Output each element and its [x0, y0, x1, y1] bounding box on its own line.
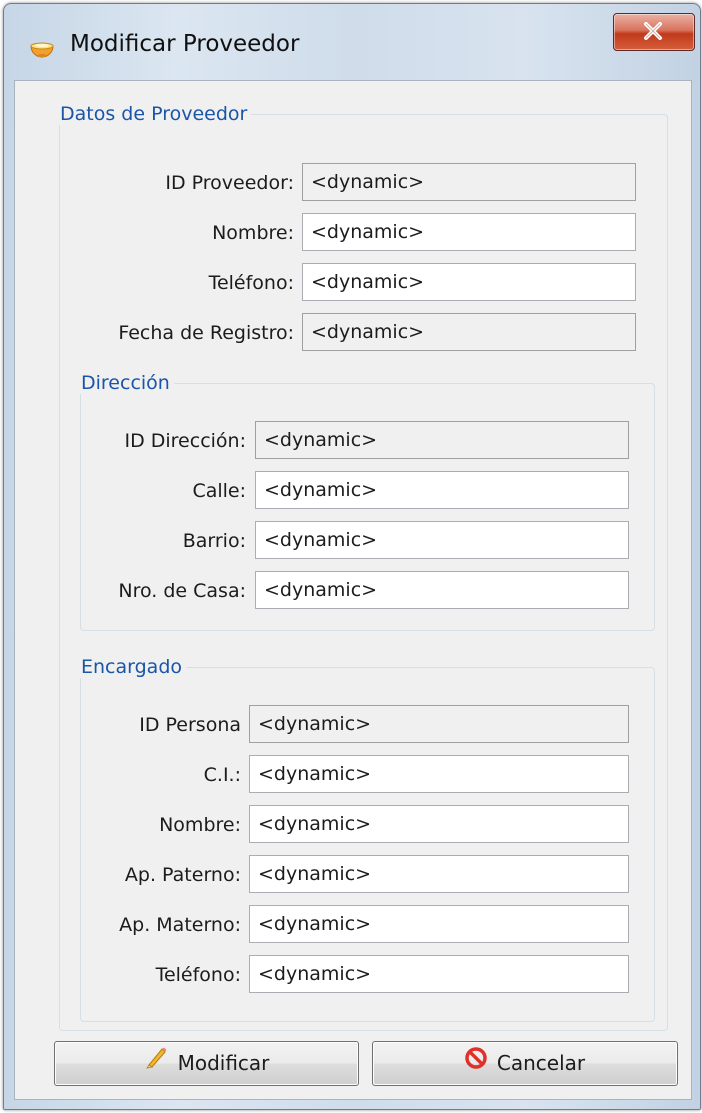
cancelar-button-label: Cancelar — [496, 1051, 586, 1075]
encargado-group-legend: Encargado — [81, 656, 183, 678]
calle-label: Calle: — [192, 480, 246, 502]
ci-label: C.I.: — [203, 764, 241, 786]
direccion-group-legend: Dirección — [81, 372, 170, 394]
encargado-nombre-label: Nombre: — [159, 814, 241, 836]
field-row-id-direccion: ID Dirección: <dynamic> — [81, 421, 654, 461]
field-row-nombre: Nombre: <dynamic> — [60, 213, 667, 253]
ap-materno-input[interactable]: <dynamic> — [249, 905, 629, 943]
cancel-icon — [465, 1041, 487, 1084]
close-button[interactable] — [613, 13, 695, 51]
id-direccion-field: <dynamic> — [255, 421, 629, 459]
field-row-encargado-nombre: Nombre: <dynamic> — [81, 805, 654, 845]
id-persona-field: <dynamic> — [249, 705, 629, 743]
app-icon — [30, 42, 54, 58]
calle-input[interactable]: <dynamic> — [255, 471, 629, 509]
cancelar-button[interactable]: Cancelar — [372, 1041, 678, 1086]
field-row-id-persona: ID Persona <dynamic> — [81, 705, 654, 745]
close-icon — [644, 22, 662, 40]
ap-paterno-label: Ap. Paterno: — [124, 864, 241, 886]
field-row-ap-paterno: Ap. Paterno: <dynamic> — [81, 855, 654, 895]
barrio-label: Barrio: — [182, 530, 246, 552]
field-row-fecha-registro: Fecha de Registro: <dynamic> — [60, 313, 667, 353]
barrio-input[interactable]: <dynamic> — [255, 521, 629, 559]
pencil-icon — [144, 1041, 168, 1084]
field-row-ci: C.I.: <dynamic> — [81, 755, 654, 795]
ci-input[interactable]: <dynamic> — [249, 755, 629, 793]
dialog-window: Modificar Proveedor Datos de Proveedor I… — [3, 3, 701, 1110]
field-row-ap-materno: Ap. Materno: <dynamic> — [81, 905, 654, 945]
window-title: Modificar Proveedor — [70, 31, 300, 57]
modificar-button[interactable]: Modificar — [54, 1041, 359, 1086]
nro-casa-label: Nro. de Casa: — [118, 580, 246, 602]
proveedor-group: Datos de Proveedor ID Proveedor: <dynami… — [59, 103, 668, 1031]
fecha-registro-label: Fecha de Registro: — [118, 322, 294, 344]
field-row-nro-casa: Nro. de Casa: <dynamic> — [81, 571, 654, 611]
direccion-group: Dirección ID Dirección: <dynamic> Calle:… — [80, 372, 655, 631]
field-row-calle: Calle: <dynamic> — [81, 471, 654, 511]
encargado-telefono-input[interactable]: <dynamic> — [249, 955, 629, 993]
encargado-nombre-input[interactable]: <dynamic> — [249, 805, 629, 843]
id-persona-label: ID Persona — [139, 714, 241, 736]
nombre-label: Nombre: — [212, 222, 294, 244]
telefono-label: Teléfono: — [208, 272, 294, 294]
id-proveedor-field: <dynamic> — [302, 163, 636, 201]
field-row-barrio: Barrio: <dynamic> — [81, 521, 654, 561]
nombre-input[interactable]: <dynamic> — [302, 213, 636, 251]
ap-paterno-input[interactable]: <dynamic> — [249, 855, 629, 893]
ap-materno-label: Ap. Materno: — [119, 914, 241, 936]
modificar-button-label: Modificar — [177, 1051, 270, 1075]
fecha-registro-field: <dynamic> — [302, 313, 636, 351]
dialog-client-area: Datos de Proveedor ID Proveedor: <dynami… — [14, 80, 692, 1100]
encargado-telefono-label: Teléfono: — [155, 964, 241, 986]
id-direccion-label: ID Dirección: — [124, 430, 246, 452]
field-row-encargado-telefono: Teléfono: <dynamic> — [81, 955, 654, 995]
field-row-telefono: Teléfono: <dynamic> — [60, 263, 667, 303]
title-bar[interactable]: Modificar Proveedor — [4, 4, 700, 80]
telefono-input[interactable]: <dynamic> — [302, 263, 636, 301]
field-row-id-proveedor: ID Proveedor: <dynamic> — [60, 163, 667, 203]
nro-casa-input[interactable]: <dynamic> — [255, 571, 629, 609]
id-proveedor-label: ID Proveedor: — [165, 172, 294, 194]
encargado-group: Encargado ID Persona <dynamic> C.I.: <dy… — [80, 656, 655, 1022]
proveedor-group-legend: Datos de Proveedor — [60, 103, 248, 125]
